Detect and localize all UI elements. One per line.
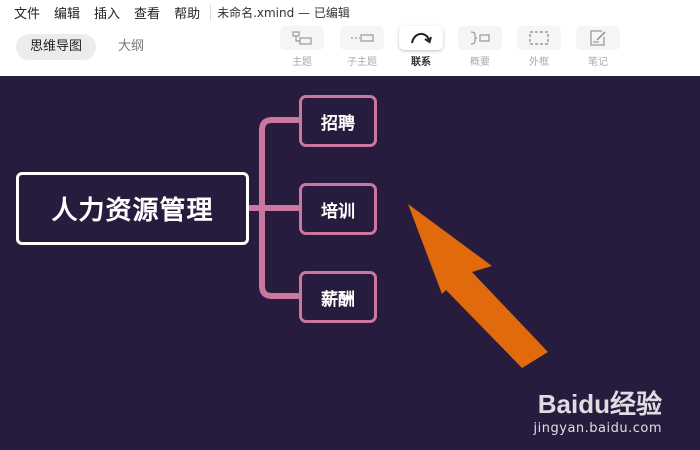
- watermark-url: jingyan.baidu.com: [533, 421, 662, 436]
- topic-icon: [292, 31, 312, 45]
- relationship-icon: [411, 33, 432, 44]
- watermark-brand: Baidu经验: [537, 389, 662, 419]
- document-title: 未命名.xmind — 已编辑: [210, 3, 350, 21]
- tab-outline[interactable]: 大纲: [104, 34, 158, 60]
- menu-edit[interactable]: 编辑: [48, 3, 86, 22]
- tab-mindmap[interactable]: 思维导图: [16, 34, 97, 60]
- watermark: Baidu经验 jingyan.baidu.com: [534, 384, 662, 436]
- summary-button[interactable]: 概要: [456, 26, 504, 74]
- menu-bar: 文件 编辑 插入 查看 帮助 未命名.xmind — 已编辑: [0, 0, 700, 24]
- mindmap-canvas[interactable]: 人力资源管理 招聘 培训 薪酬 Baidu经验 jingyan.baidu.co…: [0, 76, 700, 450]
- topic-button[interactable]: 主题: [278, 26, 326, 74]
- boundary-button[interactable]: 外框: [515, 26, 563, 74]
- relationship-label: 联系: [411, 57, 431, 68]
- toolbar: 思维导图 大纲 主题 子主题 联系 概要 外框 笔记: [0, 24, 700, 77]
- subtopic-label: 子主题: [347, 57, 377, 68]
- boundary-icon: [529, 31, 549, 45]
- boundary-label: 外框: [529, 57, 549, 68]
- note-button[interactable]: 笔记: [574, 26, 622, 74]
- menu-help[interactable]: 帮助: [168, 3, 206, 22]
- subtopic-icon: [351, 34, 374, 42]
- menu-view[interactable]: 查看: [128, 3, 166, 22]
- relationship-button[interactable]: 联系: [397, 26, 445, 74]
- summary-label: 概要: [470, 57, 490, 68]
- menu-file[interactable]: 文件: [8, 3, 46, 22]
- topic-label: 主题: [292, 57, 312, 68]
- note-icon: [590, 30, 606, 46]
- note-label: 笔记: [588, 57, 608, 68]
- menu-insert[interactable]: 插入: [88, 3, 126, 22]
- summary-icon: [470, 31, 490, 45]
- subtopic-button[interactable]: 子主题: [338, 26, 386, 74]
